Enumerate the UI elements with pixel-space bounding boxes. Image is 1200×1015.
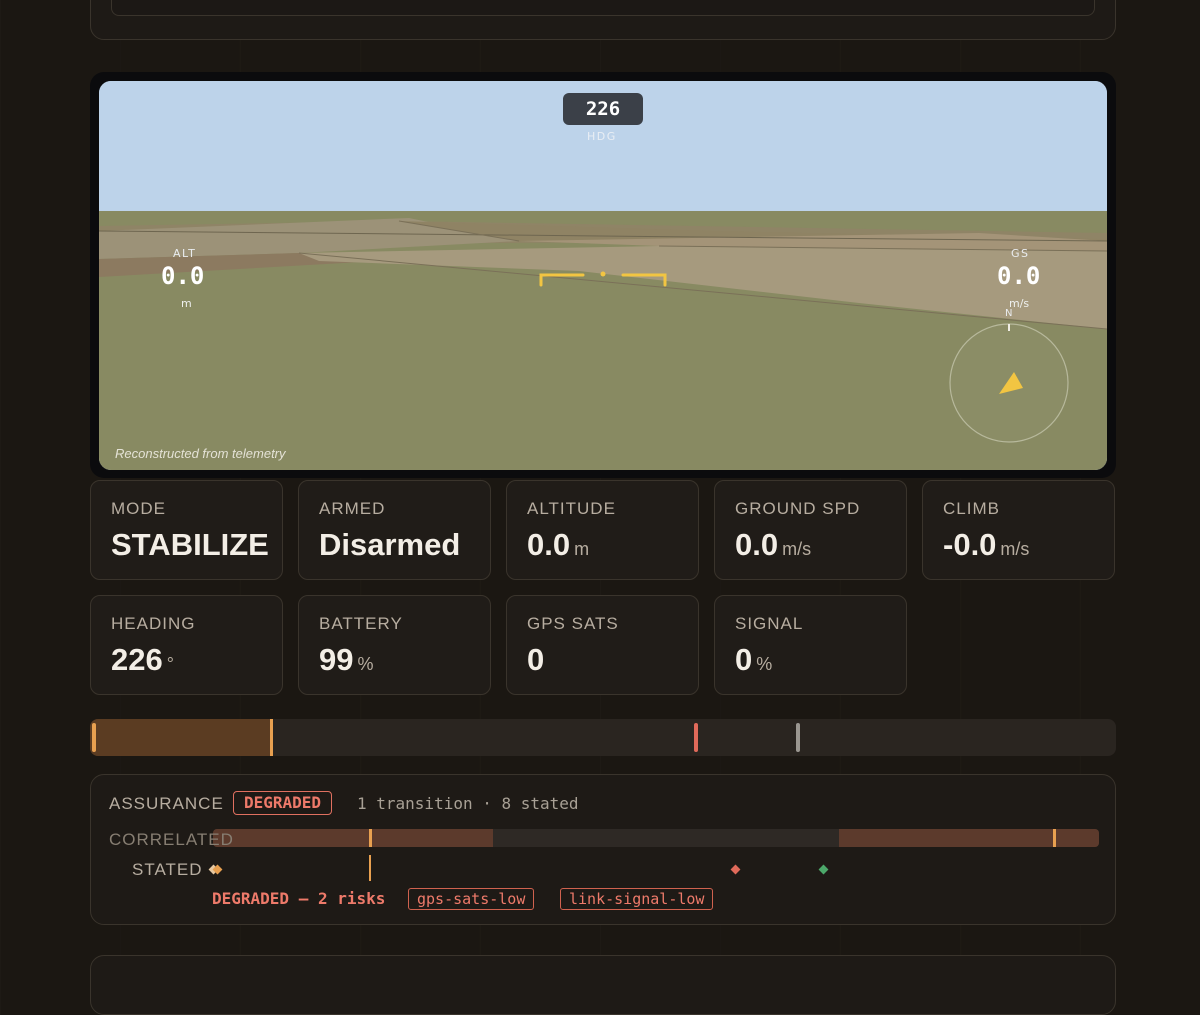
correlated-segment (213, 829, 493, 847)
correlated-marker (369, 829, 372, 847)
stat-value: 0 (527, 642, 545, 677)
altitude-readout: 0.0 (161, 262, 205, 290)
timeline-playhead[interactable] (270, 719, 273, 756)
stat-unit: % (357, 654, 374, 674)
previous-panel-field (111, 0, 1095, 16)
stat-value: 0% (735, 642, 773, 677)
stat-card-signal: SIGNAL 0% (714, 595, 907, 695)
stat-value: -0.0 m/s (943, 527, 1030, 562)
timeline-progress (90, 719, 272, 756)
stat-value: Disarmed (319, 527, 461, 562)
heading-label: HDG (587, 130, 617, 143)
stat-card-heading: HEADING 226 ° (90, 595, 283, 695)
stat-card-climb: CLIMB -0.0 m/s (922, 480, 1115, 580)
stat-card-mode: MODE STABILIZE (90, 480, 283, 580)
stated-event-diamond-risk[interactable] (730, 864, 741, 875)
stat-value: STABILIZE (111, 527, 269, 562)
stat-unit: m/s (782, 539, 812, 559)
stat-card-ground-speed: GROUND SPD 0.0 m/s (714, 480, 907, 580)
stat-value: 226 ° (111, 642, 174, 677)
stated-transition-line (369, 855, 371, 881)
stat-unit: ° (166, 654, 174, 674)
flight-viewport-frame: 226 HDG ALT 0.0 m GS 0.0 m/s N Reconstru… (90, 72, 1116, 478)
stat-value: 0.0 m/s (735, 527, 812, 562)
assurance-panel: ASSURANCE DEGRADED 1 transition · 8 stat… (90, 774, 1116, 925)
stat-label: SIGNAL (735, 614, 804, 633)
correlated-label: CORRELATED (109, 830, 234, 849)
stat-value: 0.0 m (527, 527, 590, 562)
assurance-summary: 1 transition · 8 stated (357, 794, 579, 813)
stat-card-altitude: ALTITUDE 0.0 m (506, 480, 699, 580)
heading-readout: 226 (563, 93, 643, 125)
correlated-track (213, 829, 1099, 847)
stated-label: STATED (132, 860, 203, 879)
altitude-label: ALT (173, 247, 197, 260)
correlated-segment (839, 829, 1099, 847)
stat-unit: % (756, 654, 773, 674)
risk-tag-link-signal-low: link-signal-low (560, 888, 714, 910)
stat-unit: m (574, 539, 590, 559)
telemetry-note: Reconstructed from telemetry (115, 446, 286, 461)
ground-speed-readout: 0.0 (997, 262, 1041, 290)
stat-unit: m/s (1000, 539, 1030, 559)
stat-label: CLIMB (943, 499, 1000, 518)
stat-label: HEADING (111, 614, 196, 633)
stat-card-gps-sats: GPS SATS 0 (506, 595, 699, 695)
timeline-start-marker (92, 723, 96, 752)
stated-event-diamond-ok[interactable] (818, 864, 829, 875)
stat-label: GROUND SPD (735, 499, 861, 518)
risk-summary: DEGRADED — 2 risks (212, 889, 386, 908)
stat-card-battery: BATTERY 99% (298, 595, 491, 695)
timeline-event-marker-risk[interactable] (694, 723, 698, 752)
risk-tag-gps-sats-low: gps-sats-low (408, 888, 535, 910)
stat-label: BATTERY (319, 614, 403, 633)
compass-widget (949, 323, 1069, 443)
correlated-marker (1053, 829, 1056, 847)
playback-timeline[interactable] (90, 719, 1116, 756)
status-badge: DEGRADED (233, 791, 333, 815)
flight-viewport[interactable]: 226 HDG ALT 0.0 m GS 0.0 m/s N Reconstru… (99, 81, 1107, 470)
assurance-title: ASSURANCE (109, 794, 224, 813)
timeline-event-marker[interactable] (796, 723, 800, 752)
stat-label: MODE (111, 499, 166, 518)
ground-speed-label: GS (1011, 247, 1030, 260)
compass-north-label: N (1005, 308, 1013, 319)
next-panel (90, 955, 1116, 1015)
stat-value: 99% (319, 642, 374, 677)
stat-label: GPS SATS (527, 614, 619, 633)
altitude-unit: m (181, 297, 192, 310)
stat-label: ARMED (319, 499, 386, 518)
previous-panel (90, 0, 1116, 40)
stat-label: ALTITUDE (527, 499, 616, 518)
stat-card-armed: ARMED Disarmed (298, 480, 491, 580)
